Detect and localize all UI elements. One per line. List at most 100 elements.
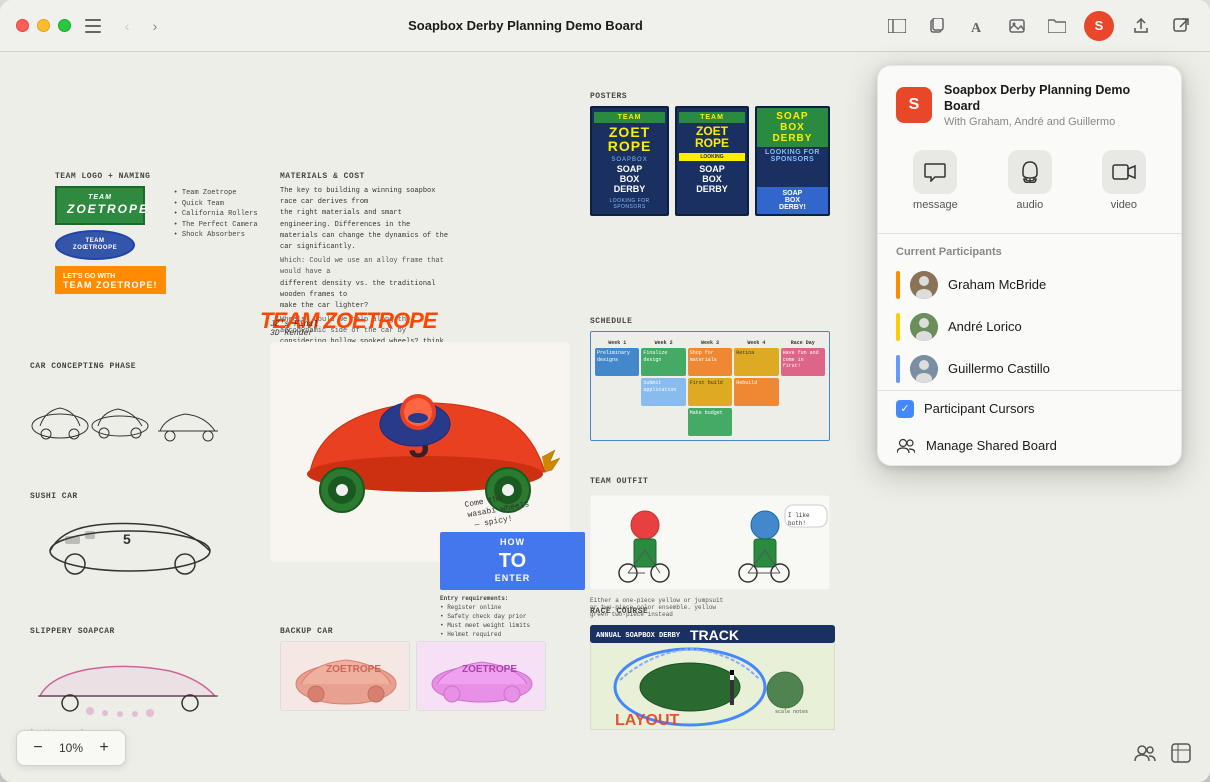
race-course-section: RACE COURSE ANNUAL SOAPBOX DERBY TRACK <box>590 607 840 735</box>
andre-avatar <box>910 313 938 341</box>
3d-render-section: JZ's Final3D Render <box>270 312 580 562</box>
schedule-week3: Week 3 <box>688 340 732 346</box>
svg-text:ZOETROPE: ZOETROPE <box>326 664 381 675</box>
popup-actions: message audio <box>878 142 1181 233</box>
schedule-race-day: Race Day <box>781 340 825 346</box>
folder-button[interactable] <box>1044 13 1070 39</box>
cursors-label: Participant Cursors <box>924 401 1035 416</box>
team-zoetrope-logo-blue: TEAMZOŒTROOPE <box>55 230 135 260</box>
participant-graham[interactable]: Graham McBride <box>878 264 1181 306</box>
participant-cursors-row[interactable]: ✓ Participant Cursors <box>878 391 1181 427</box>
image-button[interactable] <box>1004 13 1030 39</box>
forward-button[interactable]: › <box>143 14 167 38</box>
schedule-cell-1-3: Shop formaterials <box>688 348 732 376</box>
external-link-button[interactable] <box>1168 13 1194 39</box>
message-action-button[interactable]: message <box>897 142 974 219</box>
sidebar-toggle-button[interactable] <box>83 16 103 36</box>
manage-shared-board-row[interactable]: Manage Shared Board <box>878 427 1181 465</box>
guillermo-avatar <box>910 355 938 383</box>
schedule-week4: Week 4 <box>734 340 778 346</box>
zoom-out-button[interactable]: − <box>27 737 49 759</box>
schedule-cell-1-5: Have fun andcome in first! <box>781 348 825 376</box>
zoom-in-button[interactable]: + <box>93 737 115 759</box>
team-outfit-section: TEAM OUTFIT <box>590 477 840 618</box>
howto-section: HOW TO ENTER Entry requirements: • Regis… <box>440 532 585 639</box>
copy-button[interactable] <box>924 13 950 39</box>
schedule-cell-2-3: First build <box>688 378 732 406</box>
poster-3: SOAPBOXDERBY LOOKING FORSPONSORS SOAPBOX… <box>755 106 830 216</box>
back-button[interactable]: ‹ <box>115 14 139 38</box>
people-icon[interactable] <box>1132 740 1158 766</box>
titlebar-actions: A S <box>884 11 1194 41</box>
user-avatar-button[interactable]: S <box>1084 11 1114 41</box>
zoom-value: 10% <box>55 741 87 755</box>
slippery-car-sketch <box>30 641 230 721</box>
manage-label: Manage Shared Board <box>926 438 1057 453</box>
outfit-illustration: I like both! <box>590 495 830 590</box>
graham-indicator <box>896 271 900 299</box>
schedule-cell-3-5 <box>781 408 825 436</box>
people-manage-icon <box>896 436 916 456</box>
graham-avatar <box>910 271 938 299</box>
poster-2: TEAM ZOETROPE LOOKING SOAPBOXDERBY <box>675 106 749 216</box>
sushi-car-title: SUSHI CAR <box>30 492 260 501</box>
audio-icon <box>1008 150 1052 194</box>
panel-button[interactable] <box>884 13 910 39</box>
schedule-cell-2-2: Submitapplication <box>641 378 685 406</box>
schedule-cell-3-1 <box>595 408 639 436</box>
popup-header: S Soapbox Derby Planning Demo Board With… <box>878 66 1181 142</box>
poster-1: TEAM ZOETROPE SOAPBOX SOAPBOXDERBY LOOKI… <box>590 106 669 216</box>
close-button[interactable] <box>16 19 29 32</box>
participant-guillermo[interactable]: Guillermo Castillo <box>878 348 1181 390</box>
team-zoetrope-logo-green: TEAM ZOETROPE <box>55 186 145 225</box>
grid-view-button[interactable] <box>1168 740 1194 766</box>
cursors-checkbox-icon: ✓ <box>896 400 914 418</box>
titlebar: ‹ › Soapbox Derby Planning Demo Board A <box>0 0 1210 52</box>
schedule-cell-3-3: Make budget <box>688 408 732 436</box>
maximize-button[interactable] <box>58 19 71 32</box>
video-label: video <box>1111 199 1137 211</box>
video-action-button[interactable]: video <box>1086 142 1162 219</box>
svg-text:both!: both! <box>788 520 806 527</box>
window: ‹ › Soapbox Derby Planning Demo Board A <box>0 0 1210 782</box>
backup-car-section: BACKUP CAR ZOETROPE <box>280 627 575 711</box>
schedule-cell-1-1: Preliminarydesigns <box>595 348 639 376</box>
nav-buttons: ‹ › <box>115 14 167 38</box>
posters-section: POSTERS TEAM ZOETROPE SOAPBOX SOAPBOXDER… <box>590 92 830 216</box>
minimize-button[interactable] <box>37 19 50 32</box>
race-course-title: RACE COURSE <box>590 607 840 616</box>
participant-andre[interactable]: André Lorico <box>878 306 1181 348</box>
schedule-week2: Week 2 <box>641 340 685 346</box>
popup-board-subtitle: With Graham, André and Guillermo <box>944 116 1163 128</box>
sushi-car-section: SUSHI CAR 5 <box>30 492 260 586</box>
schedule-title: SCHEDULE <box>590 317 835 326</box>
backup-car-title: BACKUP CAR <box>280 627 575 636</box>
audio-action-button[interactable]: audio <box>992 142 1068 219</box>
video-icon <box>1102 150 1146 194</box>
popup-board-title: Soapbox Derby Planning Demo Board <box>944 82 1163 115</box>
schedule-cell-2-5 <box>781 378 825 406</box>
svg-text:A: A <box>971 21 982 34</box>
traffic-lights <box>16 19 71 32</box>
go-with-box: LET'S GO WITH TEAM ZOETROPE! <box>55 266 166 294</box>
participants-title: Current Participants <box>878 234 1181 264</box>
text-button[interactable]: A <box>964 13 990 39</box>
team-logo-title: TEAM LOGO + NAMING <box>55 172 275 181</box>
audio-label: audio <box>1016 199 1043 211</box>
schedule-cell-3-2 <box>641 408 685 436</box>
schedule-cell-2-4: Rebuild <box>734 378 778 406</box>
schedule-section: SCHEDULE Week 1 Week 2 Week 3 Week 4 Rac… <box>590 317 835 441</box>
schedule-cell-2-1 <box>595 378 639 406</box>
graham-name: Graham McBride <box>948 277 1046 292</box>
collaboration-popup: S Soapbox Derby Planning Demo Board With… <box>877 65 1182 466</box>
svg-text:scale notes: scale notes <box>775 709 808 715</box>
share-button[interactable] <box>1128 13 1154 39</box>
schedule-week1: Week 1 <box>595 340 639 346</box>
guillermo-indicator <box>896 355 900 383</box>
schedule-cell-3-4 <box>734 408 778 436</box>
materials-title: MATERIALS & COST <box>280 172 450 181</box>
message-label: message <box>913 199 958 211</box>
car-sketches <box>30 376 250 456</box>
andre-indicator <box>896 313 900 341</box>
svg-text:ANNUAL SOAPBOX DERBY: ANNUAL SOAPBOX DERBY <box>596 632 681 640</box>
